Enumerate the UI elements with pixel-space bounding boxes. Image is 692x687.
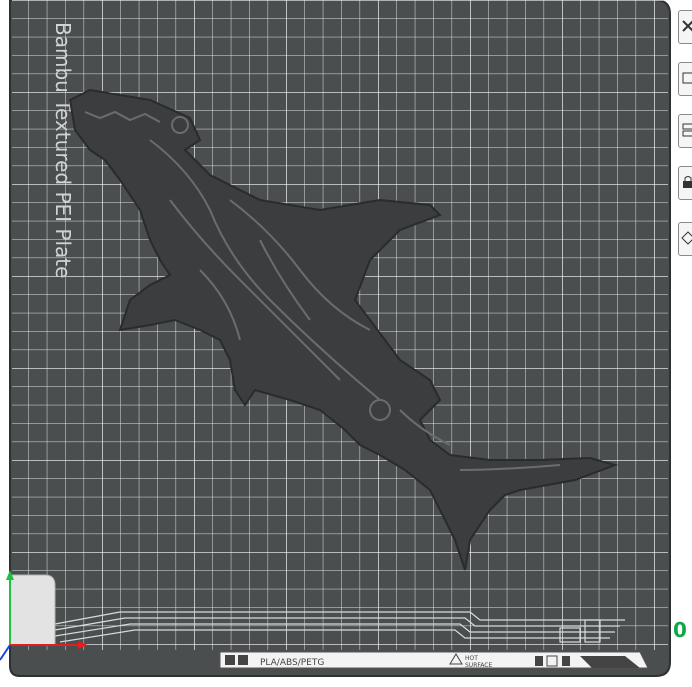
lock-icon [683, 176, 692, 188]
build-plate-scene[interactable]: Bambu Textured PEI Plate PLA/ABS/PETG HO… [0, 0, 692, 687]
bambu-logo-icon [225, 655, 235, 665]
3d-viewport[interactable]: Bambu Textured PEI Plate PLA/ABS/PETG HO… [0, 0, 692, 687]
status-zero-value: 0 [673, 618, 687, 642]
plate-type-icon [238, 655, 248, 665]
arrow-up-icon-2 [562, 656, 570, 666]
view-icon [682, 20, 692, 32]
view-button[interactable] [678, 10, 692, 44]
surface-label: SURFACE [465, 662, 492, 669]
hot-label: HOT [465, 655, 478, 662]
layers-icon [682, 123, 692, 137]
layers-button[interactable] [678, 114, 692, 148]
plate-corner-block [9, 574, 56, 646]
orient-button[interactable] [678, 222, 692, 256]
arrow-up-icon [535, 656, 543, 666]
auto-arrange-icon [682, 72, 692, 84]
axis-z [0, 644, 11, 661]
orient-icon [681, 231, 692, 245]
filament-types-label: PLA/ABS/PETG [260, 658, 324, 668]
plate-name-label: Bambu Textured PEI Plate [51, 22, 75, 278]
auto-arrange-button[interactable] [678, 62, 692, 96]
lock-button[interactable] [678, 166, 692, 200]
plate-info-strip: PLA/ABS/PETG HOT SURFACE [219, 651, 649, 669]
